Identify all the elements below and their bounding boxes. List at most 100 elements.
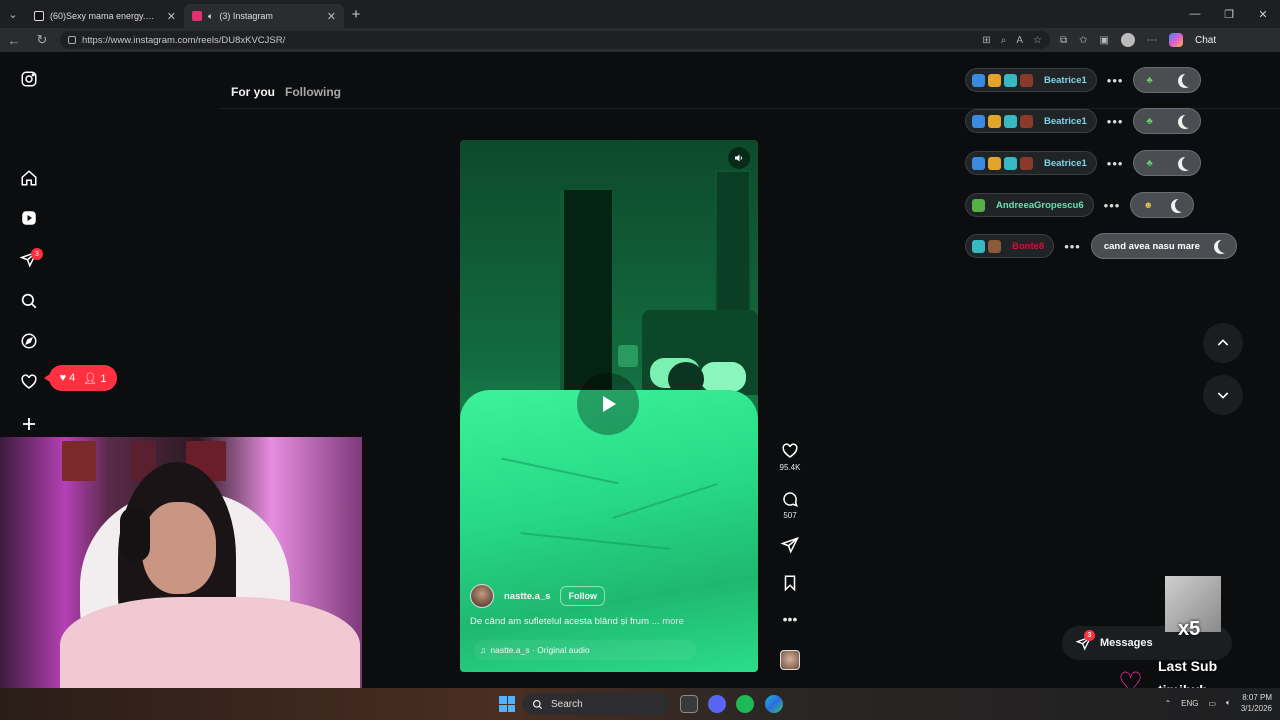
messages-badge: 3 [31,248,43,260]
chat-username: Beatrice1 [1044,74,1087,86]
comment-icon [783,492,798,508]
follow-button[interactable]: Follow [560,586,605,606]
next-reel-button[interactable] [1203,375,1243,415]
more-menu-icon[interactable]: ⋯ [1147,35,1157,46]
last-sub-label: Last Sub [1158,658,1218,674]
copilot-icon[interactable] [1168,33,1183,47]
search-icon [533,699,543,709]
favorites-icon[interactable]: ✩ [1079,35,1087,46]
refresh-icon[interactable]: ↻ [28,32,56,48]
messages-badge: 3 [1084,630,1095,641]
tab-title: (3) Instagram [219,11,273,21]
favorite-star-icon[interactable]: ☆ [1033,35,1042,46]
start-windows-icon[interactable] [499,696,515,712]
chevron-up-icon [1217,339,1229,346]
reel-video[interactable]: nastte.a_s Follow De când am sufletelul … [460,140,758,672]
tab-actions-chevron-icon[interactable]: ⌄ [0,0,26,28]
clock-date: 3/1/2026 [1240,704,1272,713]
chat-user-pill: Beatrice1 [965,68,1097,92]
music-note-icon: ♫ [480,645,487,655]
badge-icon [1020,156,1033,170]
chat-dots-icon: ••• [1106,155,1124,171]
heart-icon [782,443,798,458]
new-tab-button[interactable]: + [344,6,368,23]
badge-icon [1004,114,1017,128]
chat-user-pill: Beatrice1 [965,151,1097,175]
app-available-icon[interactable]: ⊞ [982,35,990,46]
bookmark-icon [784,575,796,592]
author-avatar[interactable] [470,584,494,608]
more-options-button[interactable]: ••• [776,612,804,626]
volume-icon[interactable] [728,147,750,169]
badge-icon [1020,114,1033,128]
previous-reel-button[interactable] [1203,323,1243,363]
tab-for-you[interactable]: For you [231,85,275,99]
extensions-icon[interactable]: ⧉ [1060,35,1067,46]
tray-chevron-up-icon[interactable]: ⌃ [1164,699,1171,708]
close-tab-icon[interactable]: ✕ [167,10,176,23]
moon-icon [1182,73,1196,87]
close-window-icon[interactable]: ✕ [1246,8,1280,21]
chat-message: Bonte8 ••• cand avea nasu mare [965,233,1237,259]
read-aloud-icon[interactable]: A [1016,35,1023,46]
minimize-icon[interactable]: — [1178,8,1212,21]
reel-caption: De când am sufletelul acesta blând și fr… [470,616,684,627]
clock-time: 8:07 PM [1242,693,1272,702]
browser-tab-tiktok[interactable]: (60)Sexy mama energy.💗 #andre ✕ [26,4,184,28]
language-indicator[interactable]: ENG [1181,699,1198,708]
chat-message: AndreeaGropescu6 ••• ☻ [965,192,1195,218]
network-icon[interactable]: ▭ [1208,699,1216,708]
maximize-icon[interactable]: ❐ [1212,8,1246,21]
instagram-logo-icon[interactable] [19,69,39,89]
browser-tab-bar: ⌄ (60)Sexy mama energy.💗 #andre ✕ 🔈︎ (3)… [0,0,1280,28]
browser-tab-instagram[interactable]: 🔈︎ (3) Instagram ✕ [184,4,344,28]
gift-multiplier: x5 [1178,618,1201,640]
site-info-icon[interactable] [68,36,76,44]
tiktok-favicon-icon [34,11,44,21]
close-tab-icon[interactable]: ✕ [327,10,336,23]
back-icon[interactable]: ← [0,33,28,48]
more-dots-icon: ••• [782,611,798,627]
notifications-popover[interactable]: ♥ 4 👤︎ 1 [44,365,117,391]
chat-dots-icon: ••• [1106,72,1124,88]
notifications-heart-icon[interactable] [19,372,39,392]
share-button[interactable] [776,536,804,554]
audio-thumbnail[interactable] [780,650,800,670]
clock[interactable]: 8:07 PM 3/1/2026 [1241,692,1272,714]
taskbar-search[interactable]: Search [522,693,670,715]
chat-user-pill: Bonte8 [965,234,1055,258]
chat-dots-icon: ••• [1106,113,1124,129]
video-scene-frame [715,170,751,320]
comment-button[interactable]: 507 [776,490,804,520]
edge-icon[interactable] [765,695,783,713]
like-button[interactable]: 95.4K [776,442,804,472]
caption-more-link[interactable]: more [662,616,684,627]
emote-icon: ♣ [1146,115,1153,127]
reel-author: nastte.a_s Follow [470,584,605,608]
spotify-icon[interactable] [736,695,754,713]
explore-compass-icon[interactable] [19,331,39,351]
search-icon[interactable] [19,291,39,311]
file-explorer-icon[interactable] [680,695,698,713]
tab-following[interactable]: Following [285,85,341,99]
volume-icon[interactable]: 🔈︎ [1226,698,1231,708]
zoom-icon[interactable]: ⌕ [1001,35,1007,46]
badge-icon [972,156,985,170]
author-username[interactable]: nastte.a_s [504,591,550,602]
follow-count-group: 👤︎ 1 [83,372,107,385]
create-plus-icon[interactable] [19,414,39,434]
home-icon[interactable] [19,168,39,188]
collections-icon[interactable]: ▣ [1100,35,1109,46]
emote-icon: ♣ [1146,157,1153,169]
chat-message-bubble: ♣ [1133,67,1202,93]
discord-icon[interactable] [708,695,726,713]
reels-icon[interactable] [19,208,39,228]
save-button[interactable] [776,574,804,592]
url-field[interactable]: https://www.instagram.com/reels/DU8xKVCJ… [60,31,1050,49]
reel-audio[interactable]: ♫ nastte.a_s · Original audio [474,640,696,660]
speaker-icon[interactable]: 🔈︎ [208,11,213,22]
play-icon[interactable] [577,373,639,435]
profile-avatar[interactable] [1120,33,1135,47]
moon-icon [1182,114,1196,128]
chat-label[interactable]: Chat [1195,35,1216,46]
